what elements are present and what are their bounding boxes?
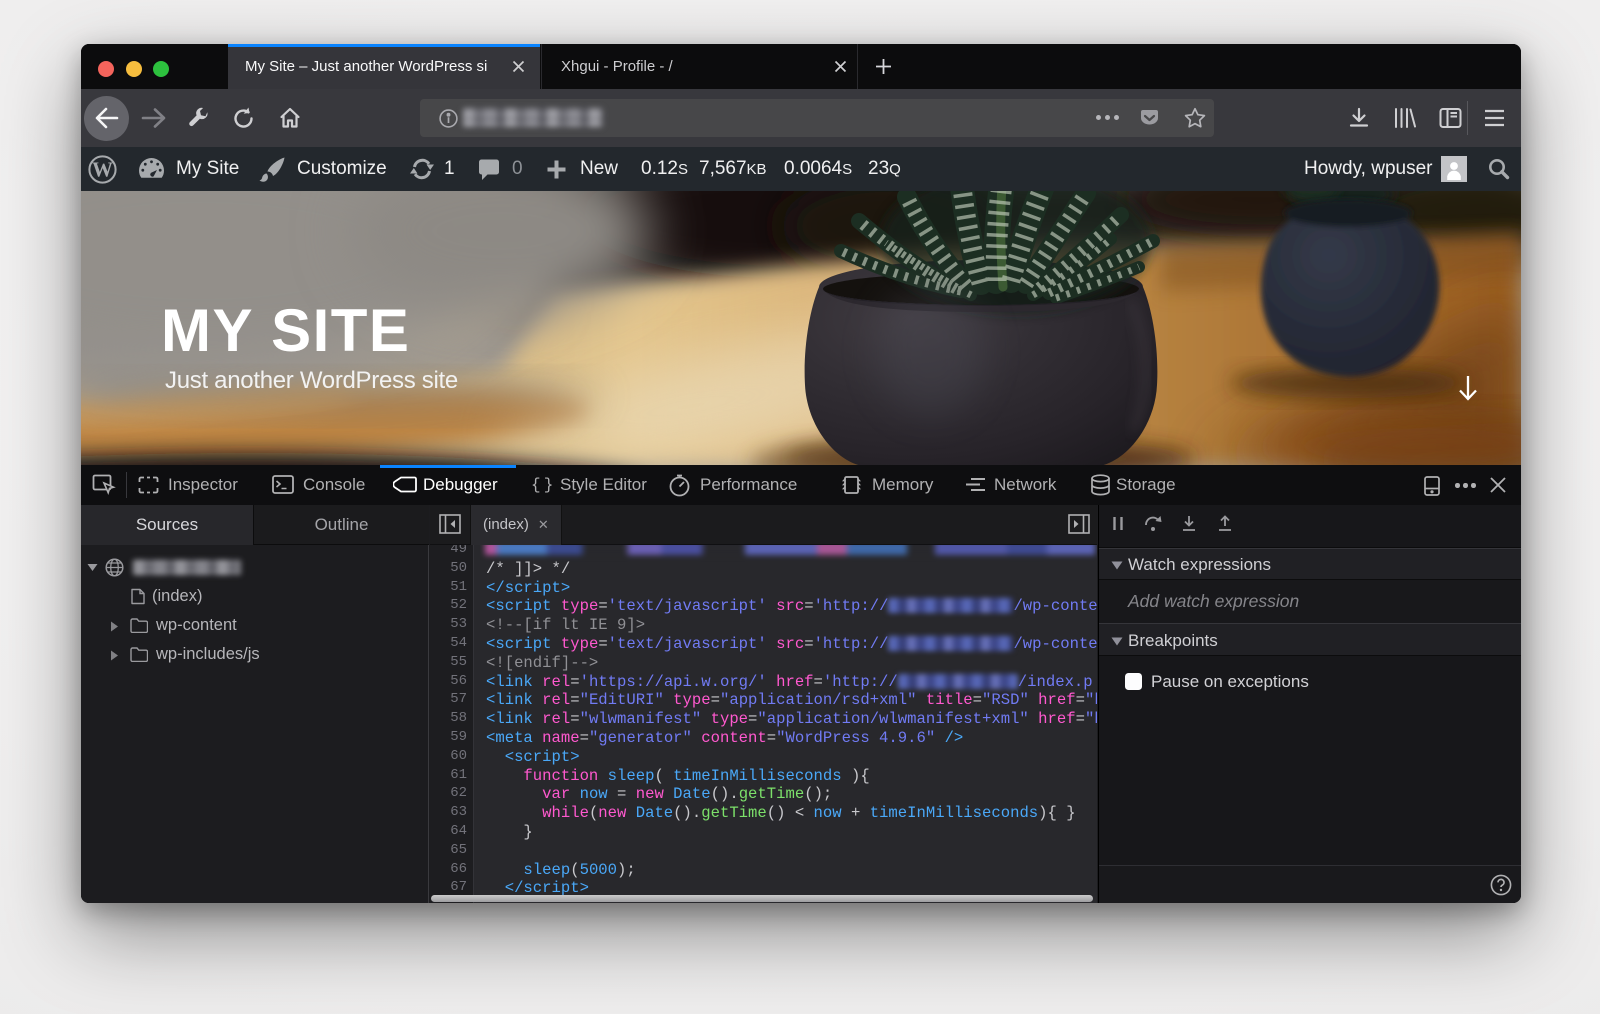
svg-text:W: W	[92, 158, 113, 182]
